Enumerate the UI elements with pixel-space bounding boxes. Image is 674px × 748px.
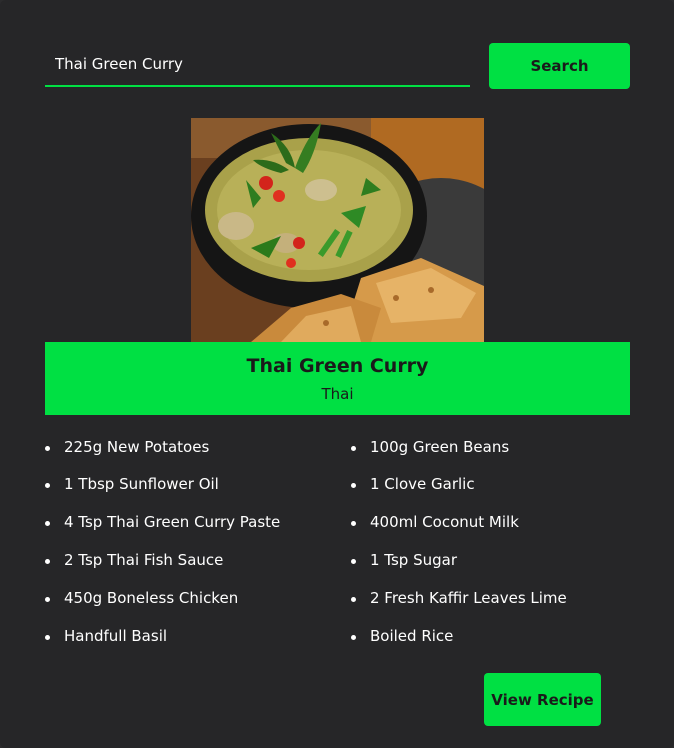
meal-title: Thai Green Curry — [246, 355, 429, 377]
ingredient-label: 1 Clove Garlic — [370, 475, 475, 493]
bullet-icon — [45, 446, 50, 451]
meal-image — [191, 118, 484, 342]
bullet-icon — [351, 521, 356, 526]
bullet-icon — [351, 597, 356, 602]
meal-area: Thai — [321, 385, 354, 403]
bullet-icon — [351, 635, 356, 640]
ingredient-list: 225g New Potatoes 1 Tbsp Sunflower Oil 4… — [45, 430, 630, 660]
ingredient-label: 4 Tsp Thai Green Curry Paste — [64, 513, 281, 531]
ingredient-label: 1 Tbsp Sunflower Oil — [64, 475, 219, 493]
bullet-icon — [45, 635, 50, 640]
ingredient-label: 450g Boneless Chicken — [64, 589, 239, 607]
bullet-icon — [351, 559, 356, 564]
recipe-card: Search — [0, 0, 674, 748]
ingredient-label: 1 Tsp Sugar — [370, 551, 458, 569]
search-button[interactable]: Search — [489, 43, 630, 89]
ingredient-label: 400ml Coconut Milk — [370, 513, 519, 531]
search-input[interactable] — [45, 43, 470, 87]
bullet-icon — [45, 521, 50, 526]
bullet-icon — [45, 559, 50, 564]
ingredient-label: Boiled Rice — [370, 627, 454, 645]
view-recipe-button[interactable]: View Recipe — [484, 673, 601, 726]
ingredient-label: 100g Green Beans — [370, 438, 510, 456]
bullet-icon — [351, 446, 356, 451]
search-row: Search — [45, 43, 630, 89]
meal-title-band: Thai Green Curry Thai — [45, 342, 630, 415]
meal-photo-icon — [191, 118, 484, 342]
bullet-icon — [45, 483, 50, 488]
ingredient-label: Handfull Basil — [64, 627, 168, 645]
ingredient-label: 225g New Potatoes — [64, 438, 210, 456]
ingredient-label: 2 Tsp Thai Fish Sauce — [64, 551, 224, 569]
bullet-icon — [351, 483, 356, 488]
bullet-icon — [45, 597, 50, 602]
ingredient-label: 2 Fresh Kaffir Leaves Lime — [370, 589, 567, 607]
